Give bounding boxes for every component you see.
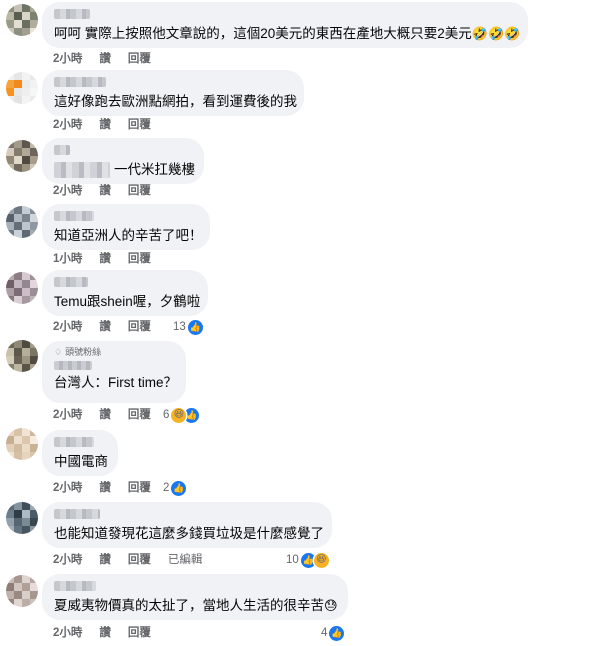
author-name[interactable]: [54, 77, 106, 87]
comment-time[interactable]: 2小時: [53, 408, 82, 422]
comment-actions: 2小時 讚 回覆: [53, 320, 168, 334]
avatar[interactable]: [6, 428, 38, 460]
author-name[interactable]: [54, 9, 90, 19]
comment-actions: 2小時 讚 回覆: [53, 626, 168, 640]
author-name[interactable]: [54, 581, 96, 591]
downcast-sweat-emoji: 😓: [324, 598, 338, 613]
comment-actions: 2小時 讚 回覆: [53, 52, 168, 66]
avatar[interactable]: [6, 272, 38, 304]
comment-time[interactable]: 2小時: [53, 118, 82, 132]
reaction-count: 4: [321, 627, 328, 639]
comment-bubble: ♢ 頭號粉絲 台灣人：First time？: [42, 341, 186, 403]
reaction-summary[interactable]: 13 👍: [173, 319, 203, 335]
comment-text: 中國電商: [54, 454, 108, 469]
author-name[interactable]: [54, 361, 92, 370]
author-name[interactable]: [54, 509, 100, 519]
like-icon: 👍: [184, 407, 200, 423]
comment-time[interactable]: 1小時: [53, 252, 82, 266]
avatar[interactable]: [6, 575, 38, 607]
haha-icon: 😆: [171, 407, 187, 423]
comment-text: 呵呵 實際上按照他文章說的，這個20美元的東西在產地大概只要2美元🤣🤣🤣: [54, 26, 521, 41]
like-icon: 👍: [171, 480, 187, 496]
comment-time[interactable]: 2小時: [53, 184, 82, 198]
comment-bubble: 夏威夷物價真的太扯了，當地人生活的很辛苦😓: [42, 574, 348, 620]
reply-button[interactable]: 回覆: [128, 184, 151, 198]
rofl-emoji: 🤣🤣🤣: [471, 26, 521, 41]
like-icon: 👍: [187, 319, 203, 335]
like-button[interactable]: 讚: [99, 408, 111, 422]
like-button[interactable]: 讚: [99, 184, 111, 198]
reply-button[interactable]: 回覆: [128, 52, 151, 66]
reply-button[interactable]: 回覆: [128, 252, 151, 266]
comment-text: 一代米扛幾樓: [54, 161, 195, 179]
like-button[interactable]: 讚: [99, 118, 111, 132]
author-name[interactable]: [54, 211, 94, 221]
reaction-count: 10: [286, 554, 299, 566]
like-button[interactable]: 讚: [99, 252, 111, 266]
reaction-count: 6: [163, 409, 170, 421]
like-button[interactable]: 讚: [99, 553, 111, 567]
comment-time[interactable]: 2小時: [53, 52, 82, 66]
reaction-summary[interactable]: 10 👍 😆: [286, 552, 329, 568]
avatar[interactable]: [6, 502, 38, 534]
reaction-summary[interactable]: 4 👍: [321, 625, 345, 641]
comment-bubble: 也能知道發現花這麼多錢買垃圾是什麼感覺了: [42, 502, 332, 548]
comment-text: Temu跟shein喔，夕鶴啦: [54, 294, 201, 309]
comment-actions: 2小時 讚 回覆: [53, 184, 168, 198]
like-button[interactable]: 讚: [99, 626, 111, 640]
comment-time[interactable]: 2小時: [53, 626, 82, 640]
comment-bubble: 一代米扛幾樓: [42, 138, 204, 184]
like-button[interactable]: 讚: [99, 320, 111, 334]
reply-button[interactable]: 回覆: [128, 481, 151, 495]
reaction-summary[interactable]: 2 👍: [163, 480, 187, 496]
haha-icon: 😆: [313, 552, 329, 568]
like-button[interactable]: 讚: [99, 52, 111, 66]
like-icon: 👍: [329, 625, 345, 641]
comment-time[interactable]: 2小時: [53, 481, 82, 495]
comment-bubble: 這好像跑去歐洲點網拍，看到運費後的我: [42, 70, 304, 116]
comment-text: 也能知道發現花這麼多錢買垃圾是什麼感覺了: [54, 526, 324, 541]
like-button[interactable]: 讚: [99, 481, 111, 495]
avatar[interactable]: [6, 340, 38, 372]
avatar[interactable]: [6, 140, 38, 172]
reply-button[interactable]: 回覆: [128, 408, 151, 422]
comment-text: 夏威夷物價真的太扯了，當地人生活的很辛苦😓: [54, 598, 338, 613]
comment-bubble: 中國電商: [42, 430, 118, 476]
avatar[interactable]: [6, 72, 38, 104]
top-fan-badge: ♢ 頭號粉絲: [54, 347, 102, 357]
reply-button[interactable]: 回覆: [128, 626, 151, 640]
author-name[interactable]: [54, 277, 88, 287]
comment-text: 知道亞洲人的辛苦了吧！: [54, 228, 203, 243]
comment-bubble: 呵呵 實際上按照他文章說的，這個20美元的東西在產地大概只要2美元🤣🤣🤣: [42, 2, 528, 48]
avatar[interactable]: [6, 4, 38, 36]
blurred-mention: [54, 162, 110, 179]
comment-text: 台灣人：First time？: [54, 375, 177, 390]
comment-actions: 2小時 讚 回覆: [53, 408, 168, 422]
reaction-count: 2: [163, 482, 170, 494]
author-name[interactable]: [54, 437, 94, 447]
comment-actions: 2小時 讚 回覆: [53, 118, 168, 132]
comment-actions: 1小時 讚 回覆: [53, 252, 168, 266]
comment-actions: 2小時 讚 回覆 已編輯: [53, 553, 219, 567]
reply-button[interactable]: 回覆: [128, 118, 151, 132]
comment-time[interactable]: 2小時: [53, 320, 82, 334]
reaction-count: 13: [173, 321, 186, 333]
reply-button[interactable]: 回覆: [128, 320, 151, 334]
reaction-summary[interactable]: 6 😆 👍: [163, 407, 200, 423]
avatar[interactable]: [6, 206, 38, 238]
comment-actions: 2小時 讚 回覆: [53, 481, 168, 495]
comment-bubble: 知道亞洲人的辛苦了吧！: [42, 204, 210, 250]
comment-text: 這好像跑去歐洲點網拍，看到運費後的我: [54, 94, 297, 109]
reply-button[interactable]: 回覆: [128, 553, 151, 567]
author-name[interactable]: [54, 145, 70, 155]
comment-time[interactable]: 2小時: [53, 553, 82, 567]
edited-label: 已編輯: [167, 554, 203, 566]
diamond-icon: ♢: [54, 347, 63, 357]
comment-bubble: Temu跟shein喔，夕鶴啦: [42, 270, 208, 316]
